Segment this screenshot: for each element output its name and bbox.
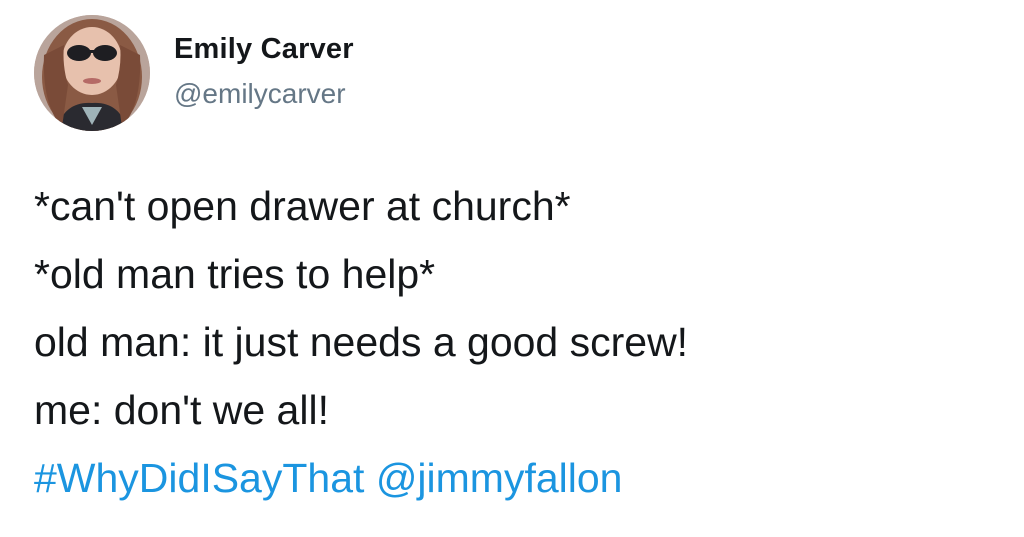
tweet-links-line: #WhyDidISayThat @jimmyfallon	[34, 444, 994, 512]
author-handle[interactable]: @emilycarver	[174, 78, 346, 110]
tweet-line: *can't open drawer at church*	[34, 183, 571, 229]
mention-link[interactable]: @jimmyfallon	[376, 455, 623, 501]
tweet-line: *old man tries to help*	[34, 251, 436, 297]
avatar-photo-icon	[34, 15, 150, 131]
tweet-text: *can't open drawer at church* *old man t…	[34, 172, 994, 512]
tweet-line: old man: it just needs a good screw!	[34, 319, 689, 365]
tweet-line: me: don't we all!	[34, 387, 329, 433]
author-display-name[interactable]: Emily Carver	[174, 33, 354, 66]
tweet-card: Emily Carver @emilycarver *can't open dr…	[0, 0, 1024, 537]
hashtag-link[interactable]: #WhyDidISayThat	[34, 455, 364, 501]
avatar[interactable]	[34, 15, 150, 131]
